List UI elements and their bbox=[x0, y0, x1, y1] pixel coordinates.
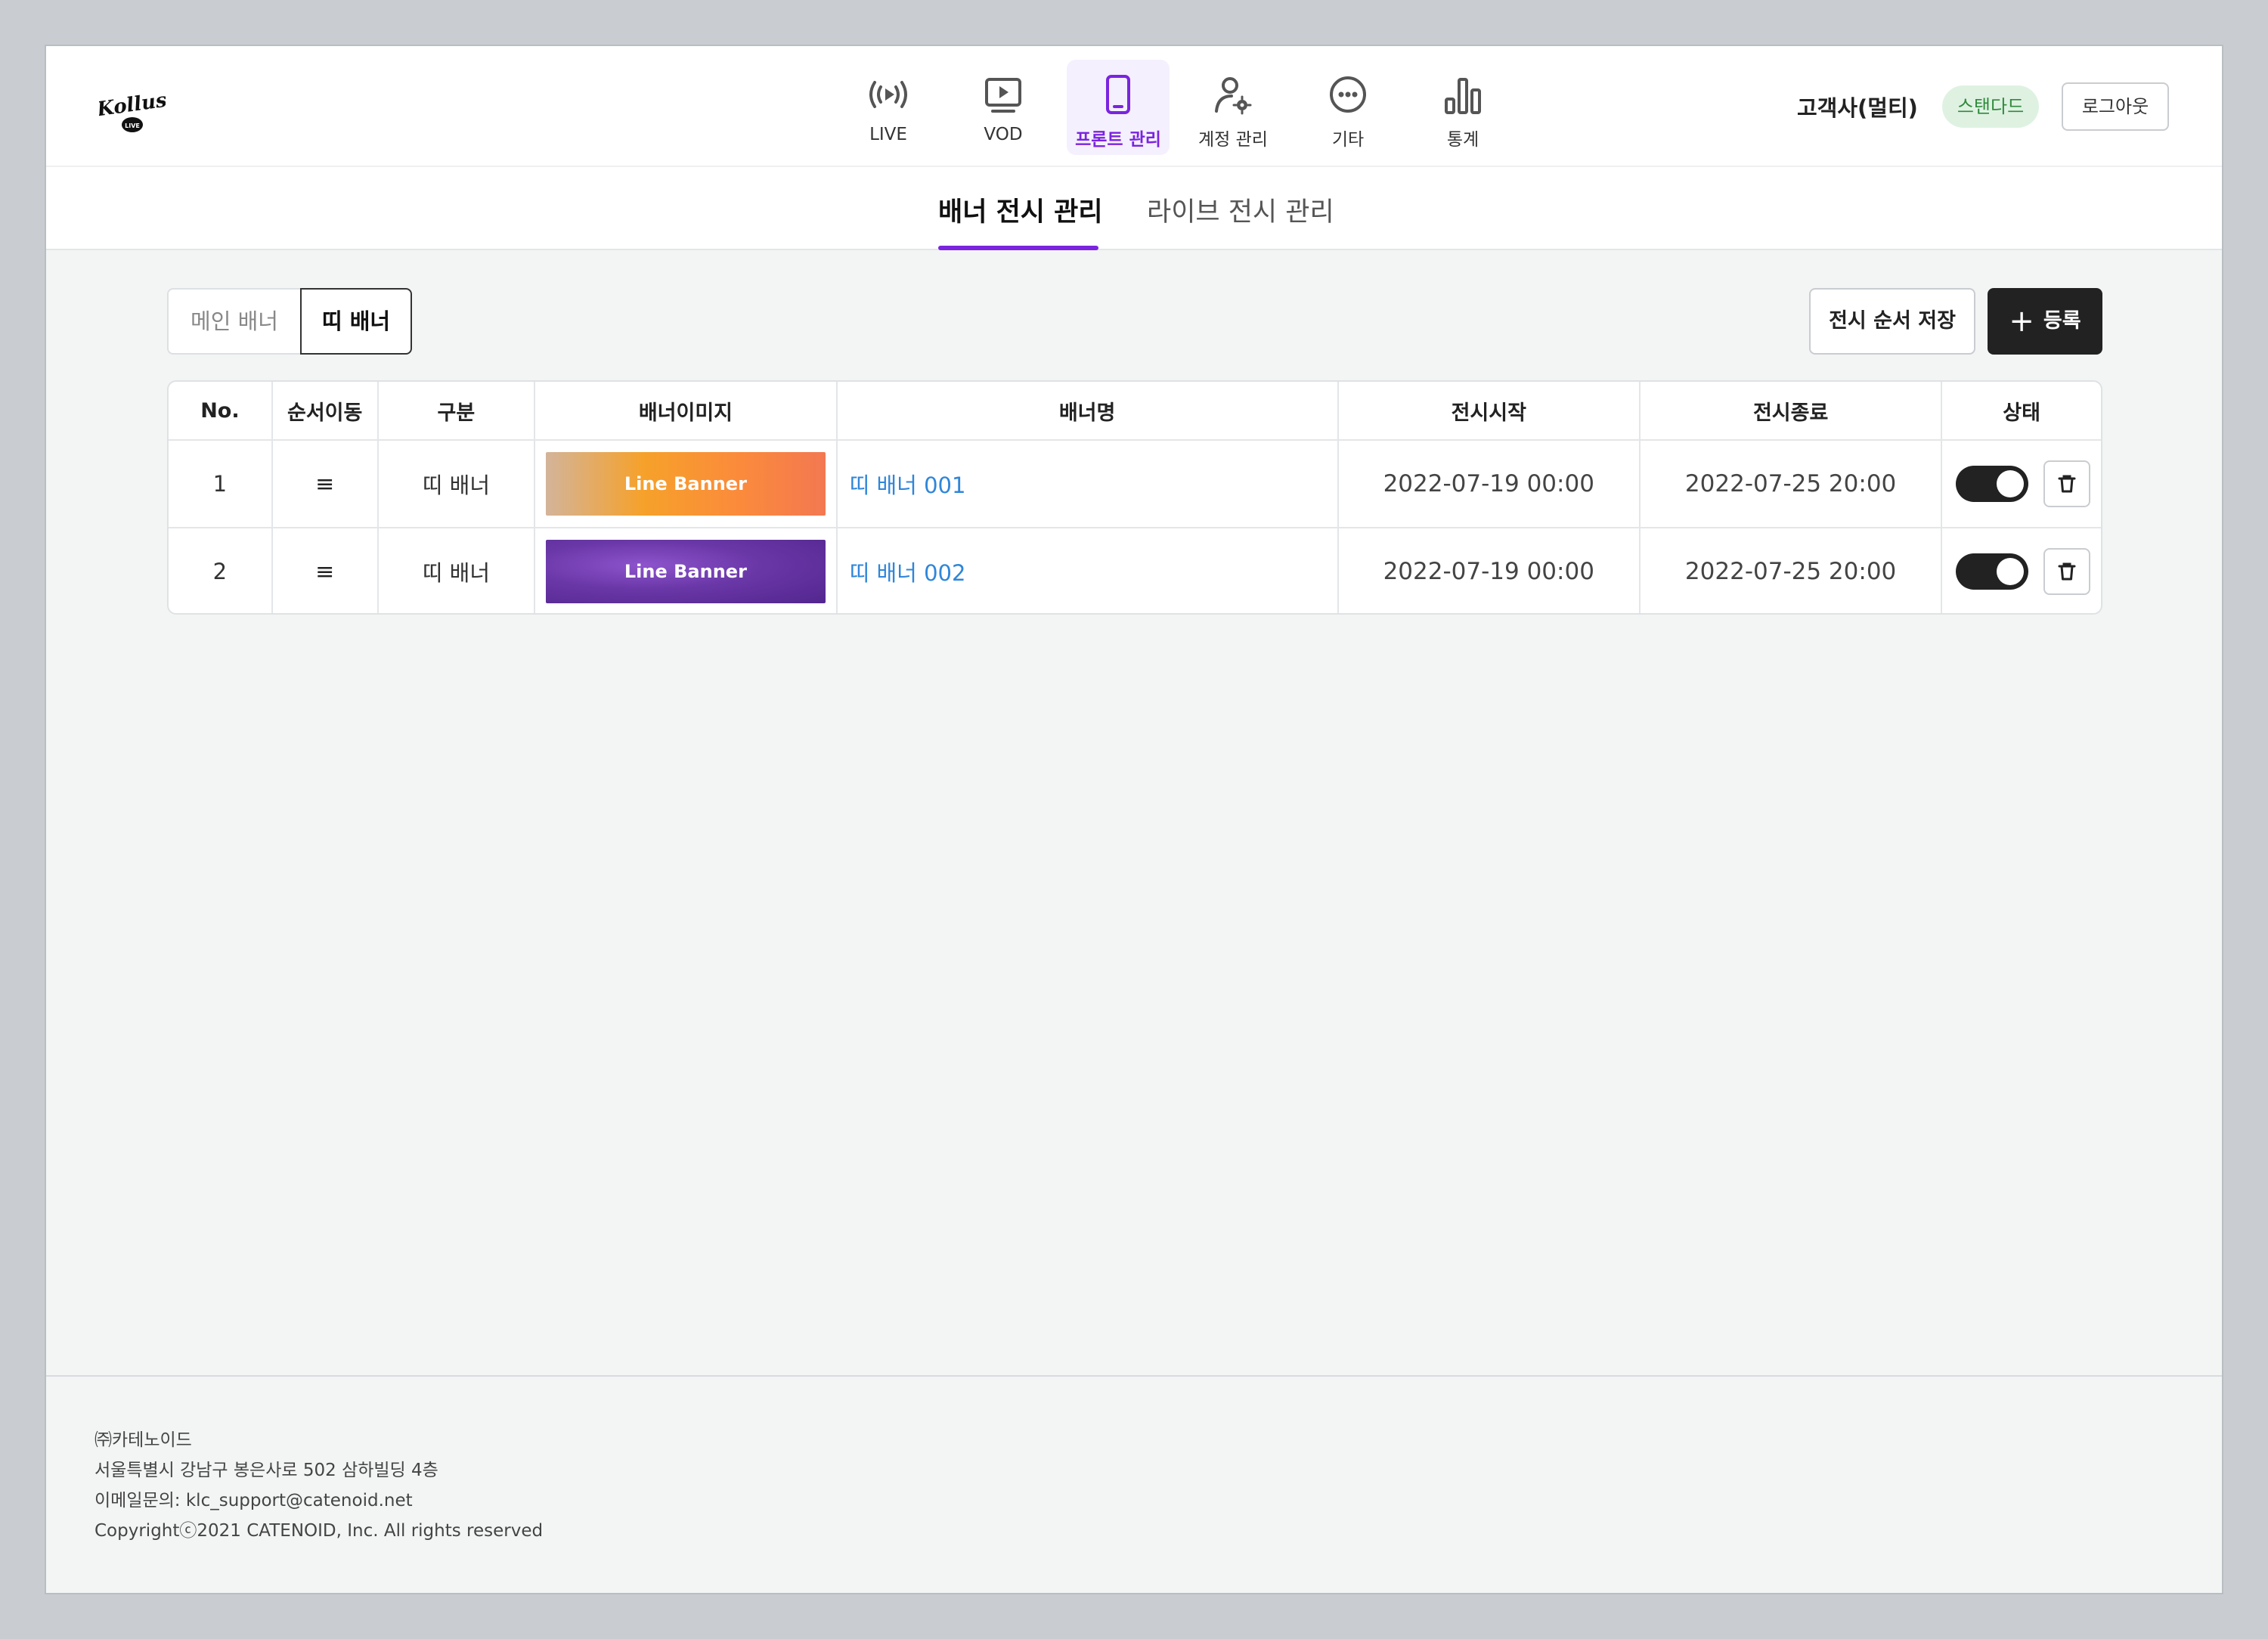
banner-image-cell: Line Banner bbox=[535, 441, 838, 527]
display-start: 2022-07-19 00:00 bbox=[1339, 528, 1641, 613]
banner-image: Line Banner bbox=[545, 452, 826, 516]
filter-main-banner[interactable]: 메인 배너 bbox=[167, 288, 300, 355]
drag-cell: ≡ bbox=[273, 528, 379, 613]
nav-label: VOD bbox=[984, 125, 1023, 144]
add-button[interactable]: + 등록 bbox=[1988, 288, 2102, 355]
nav-item-account-management[interactable]: 계정 관리 bbox=[1182, 60, 1284, 155]
save-order-button[interactable]: 전시 순서 저장 bbox=[1809, 288, 1975, 355]
column-header: 배너이미지 bbox=[535, 382, 838, 439]
column-header: 순서이동 bbox=[273, 382, 379, 439]
nav-label: 통계 bbox=[1446, 130, 1479, 150]
status-toggle[interactable] bbox=[1956, 553, 2029, 590]
banner-type: 띠 배너 bbox=[379, 528, 536, 613]
banner-name-cell: 띠 배너 001 bbox=[838, 441, 1339, 527]
row-number: 1 bbox=[169, 441, 273, 527]
display-tabs: 배너 전시 관리 라이브 전시 관리 bbox=[46, 167, 2222, 250]
user-settings-icon bbox=[1215, 77, 1252, 115]
nav-label: 기타 bbox=[1331, 130, 1365, 150]
display-end: 2022-07-25 20:00 bbox=[1641, 528, 1943, 613]
delete-button[interactable] bbox=[2043, 548, 2090, 595]
table-header: No. 순서이동 구분 배너이미지 배너명 전시시작 전시종료 상태 bbox=[169, 382, 2101, 439]
column-header: 전시시작 bbox=[1339, 382, 1641, 439]
logo-icon: LIVE Kollus bbox=[94, 89, 169, 132]
banner-name-link[interactable]: 띠 배너 002 bbox=[850, 556, 966, 587]
footer: ㈜카테노이드 서울특별시 강남구 봉은사로 502 삼하빌딩 4층 이메일문의:… bbox=[46, 1375, 2222, 1593]
column-header: 상태 bbox=[2003, 401, 2040, 425]
nav-item-statistics[interactable]: 통계 bbox=[1411, 60, 1514, 155]
app-window: LIVE Kollus LIVE VOD 프론트 관리 계정 관리 기타 통계 … bbox=[45, 45, 2223, 1594]
display-end: 2022-07-25 20:00 bbox=[1641, 441, 1943, 527]
status-toggle[interactable] bbox=[1956, 466, 2029, 502]
live-broadcast-icon bbox=[869, 81, 907, 108]
company-name: ㈜카테노이드 bbox=[94, 1430, 192, 1450]
nav-item-vod[interactable]: VOD bbox=[952, 60, 1055, 155]
nav-item-front-management[interactable]: 프론트 관리 bbox=[1067, 60, 1170, 155]
status-cell bbox=[1942, 528, 2101, 613]
bar-chart-icon bbox=[1445, 78, 1481, 114]
banner-name-link[interactable]: 띠 배너 001 bbox=[850, 468, 966, 500]
nav-item-etc[interactable]: 기타 bbox=[1297, 60, 1399, 155]
svg-text:Kollus: Kollus bbox=[99, 89, 166, 122]
company-address: 서울특별시 강남구 봉은사로 502 삼하빌딩 4층 bbox=[94, 1461, 438, 1480]
main-nav: LIVE VOD 프론트 관리 계정 관리 기타 통계 bbox=[837, 60, 1514, 155]
add-button-label: 등록 bbox=[2043, 309, 2081, 333]
nav-label: 계정 관리 bbox=[1198, 130, 1268, 150]
banner-image: Line Banner bbox=[545, 540, 826, 603]
banner-image-cell: Line Banner bbox=[535, 528, 838, 613]
column-header: 구분 bbox=[379, 382, 536, 439]
banner-image-text: Line Banner bbox=[624, 561, 747, 582]
top-header: LIVE Kollus LIVE VOD 프론트 관리 계정 관리 기타 통계 … bbox=[46, 46, 2222, 167]
trash-icon bbox=[2058, 562, 2076, 581]
mobile-phone-icon bbox=[1106, 75, 1130, 114]
delete-button[interactable] bbox=[2043, 460, 2090, 507]
column-header: No. bbox=[169, 382, 273, 439]
toggle-knob bbox=[1997, 470, 2025, 497]
banner-image-text: Line Banner bbox=[624, 473, 747, 494]
logout-button[interactable]: 로그아웃 bbox=[2062, 82, 2169, 131]
column-header: 배너명 bbox=[838, 382, 1339, 439]
banner-table: No. 순서이동 구분 배너이미지 배너명 전시시작 전시종료 상태 1 ≡ 띠… bbox=[167, 380, 2102, 615]
more-dots-icon bbox=[1330, 76, 1366, 113]
nav-label: 프론트 관리 bbox=[1075, 130, 1161, 150]
drag-handle-icon[interactable]: ≡ bbox=[315, 471, 334, 497]
tab-banner-display[interactable]: 배너 전시 관리 bbox=[938, 194, 1103, 250]
drag-handle-icon[interactable]: ≡ bbox=[315, 559, 334, 585]
copyright: Copyrightⓒ2021 CATENOID, Inc. All rights… bbox=[94, 1521, 544, 1541]
nav-label: LIVE bbox=[869, 125, 907, 144]
customer-name: 고객사(멀티) bbox=[1797, 95, 1918, 121]
row-number: 2 bbox=[169, 528, 273, 613]
filter-line-banner[interactable]: 띠 배너 bbox=[300, 288, 412, 355]
plus-icon: + bbox=[2009, 304, 2034, 339]
banner-name-cell: 띠 배너 002 bbox=[838, 528, 1339, 613]
column-header: 전시종료 bbox=[1641, 382, 1943, 439]
footer-info: ㈜카테노이드 서울특별시 강남구 봉은사로 502 삼하빌딩 4층 이메일문의:… bbox=[94, 1425, 543, 1546]
svg-text:LIVE: LIVE bbox=[125, 122, 140, 129]
status-cell bbox=[1942, 441, 2101, 527]
banner-type: 띠 배너 bbox=[379, 441, 536, 527]
display-start: 2022-07-19 00:00 bbox=[1339, 441, 1641, 527]
contact-email: 이메일문의: klc_support@catenoid.net bbox=[94, 1491, 413, 1510]
video-play-icon bbox=[985, 78, 1021, 113]
drag-cell: ≡ bbox=[273, 441, 379, 527]
plan-badge: 스탠다드 bbox=[1942, 85, 2039, 128]
kollus-logo[interactable]: LIVE Kollus bbox=[94, 81, 169, 134]
table-row: 1 ≡ 띠 배너 Line Banner 띠 배너 001 2022-07-19… bbox=[169, 439, 2101, 527]
trash-icon bbox=[2058, 475, 2076, 493]
nav-item-live[interactable]: LIVE bbox=[837, 60, 940, 155]
table-row: 2 ≡ 띠 배너 Line Banner 띠 배너 002 2022-07-19… bbox=[169, 527, 2101, 613]
banner-type-filter: 메인 배너 띠 배너 bbox=[167, 288, 412, 355]
toggle-knob bbox=[1997, 558, 2025, 585]
tab-live-display[interactable]: 라이브 전시 관리 bbox=[1147, 194, 1334, 250]
